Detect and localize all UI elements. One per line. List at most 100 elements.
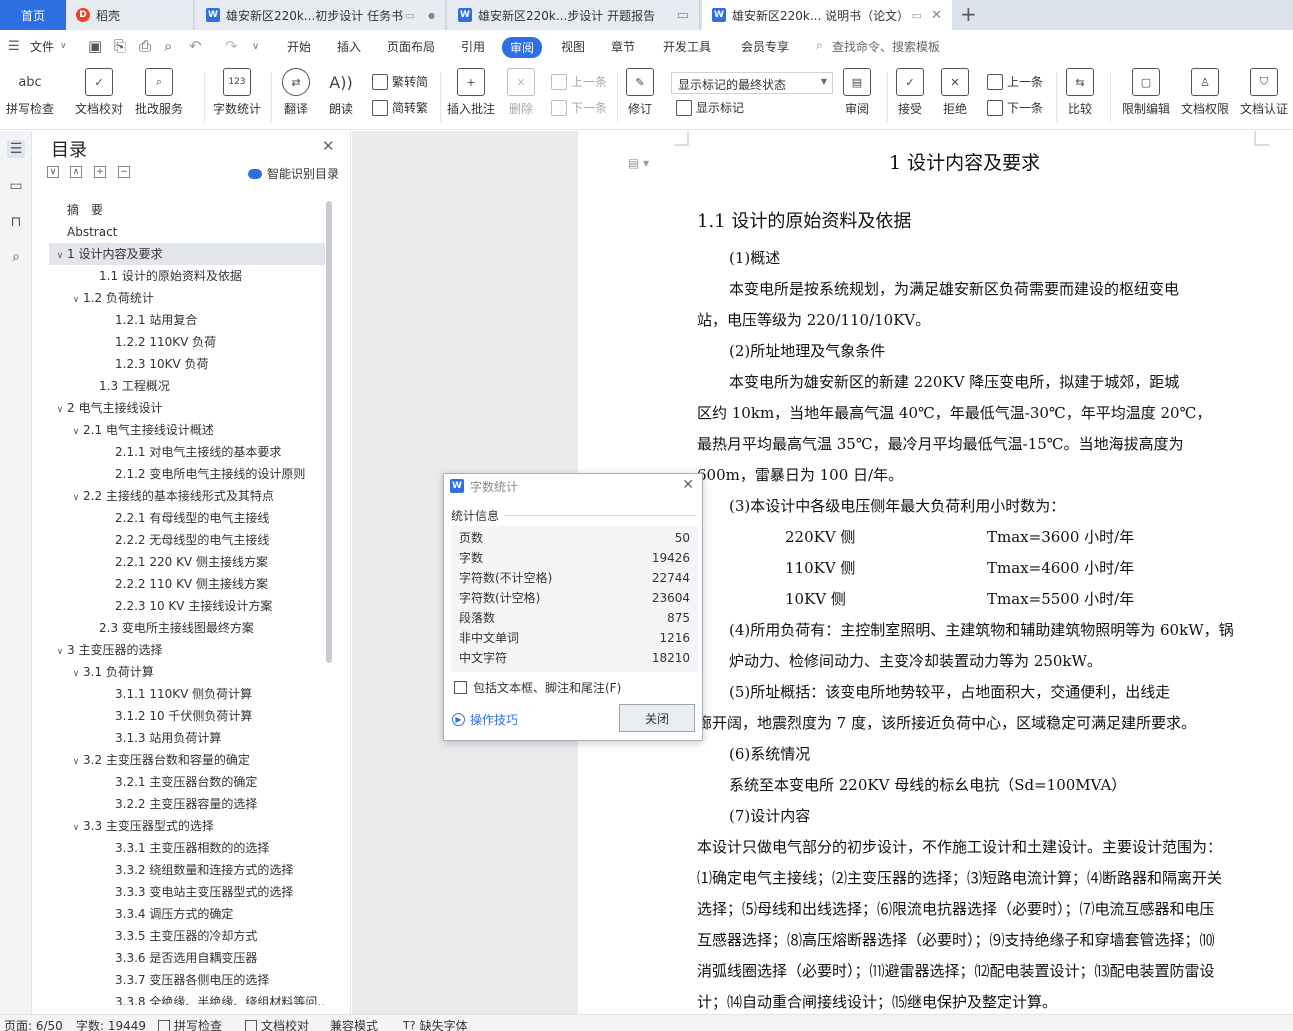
toc-item[interactable]: 3.1.1 110KV 侧负荷计算 (49, 683, 325, 705)
toc-item[interactable]: 摘 要 (49, 199, 325, 221)
toc-item[interactable]: 3.3.7 变压器各侧电压的选择 (49, 969, 325, 991)
expand-up-icon[interactable]: ∧ (70, 166, 82, 178)
menu-reference[interactable]: 引用 (461, 38, 485, 55)
page-marker-icon[interactable]: ▤ ▾ (628, 156, 649, 170)
navigation-icon[interactable]: ▭ (7, 177, 25, 195)
bookmark-icon[interactable]: ⊓ (7, 213, 25, 231)
spellcheck-button[interactable]: abc 拼写检查 (6, 68, 54, 117)
insert-comment-button[interactable]: + 插入批注 (447, 68, 495, 117)
tab-daoke[interactable]: D 稻壳 (66, 0, 194, 30)
toc-item[interactable]: 3.2.2 主变压器容量的选择 (49, 793, 325, 815)
compare-button[interactable]: ⇆ 比较 (1066, 68, 1094, 117)
correction-service-button[interactable]: ⌕ 批改服务 (135, 68, 183, 117)
page-indicator[interactable]: 页面: 6/50 (4, 1017, 63, 1031)
toc-item[interactable]: 2.2.1 220 KV 侧主接线方案 (49, 551, 325, 573)
dialog-titlebar[interactable]: W 字数统计 (444, 474, 702, 498)
chevron-down-icon[interactable]: ∨ (53, 641, 67, 661)
toc-item[interactable]: 3.1.3 站用负荷计算 (49, 727, 325, 749)
restrict-edit-button[interactable]: ▢ 限制编辑 (1122, 68, 1170, 117)
smart-toc-button[interactable]: 智能识别目录 (248, 165, 339, 182)
toc-item[interactable]: ∨ 3.3 主变压器型式的选择 (49, 815, 325, 837)
chevron-down-icon[interactable]: ∨ (60, 41, 67, 51)
chevron-down-icon[interactable]: ∨ (69, 487, 83, 507)
toc-item[interactable]: ∨ 2.1 电气主接线设计概述 (49, 419, 325, 441)
toc-item[interactable]: 2.3 变电所主接线图最终方案 (49, 617, 325, 639)
tab-doc-2[interactable]: W 雄安新区220k...步设计 开题报告 ▭ (448, 0, 700, 30)
command-search[interactable]: 查找命令、搜索模板 (832, 38, 940, 55)
missing-font[interactable]: T? 缺失字体 (403, 1017, 468, 1031)
undo-icon[interactable]: ↶ (189, 37, 202, 55)
tab-home[interactable]: 首页 (0, 0, 66, 30)
toc-item[interactable]: 2.2.2 无母线型的电气主接线 (49, 529, 325, 551)
toc-item[interactable]: ∨ 3 主变压器的选择 (49, 639, 325, 661)
menu-view[interactable]: 视图 (561, 38, 585, 55)
status-spellcheck[interactable]: 拼写检查 (158, 1017, 222, 1031)
collapse-all-icon[interactable]: ∨ (47, 166, 59, 178)
doc-permission-button[interactable]: ♙ 文档权限 (1181, 68, 1229, 117)
toc-item[interactable]: 3.3.8 全绝缘、半绝缘、绕组材料等问… (49, 991, 325, 1005)
reviewer-button[interactable]: ▤ 审阅 (843, 68, 871, 117)
toc-item[interactable]: 3.3.6 是否选用自耦变压器 (49, 947, 325, 969)
menu-devtools[interactable]: 开发工具 (663, 38, 711, 55)
search-icon[interactable]: ⌕ (7, 248, 25, 266)
toc-item[interactable]: 3.2.1 主变压器台数的确定 (49, 771, 325, 793)
toc-item[interactable]: 2.1.1 对电气主接线的基本要求 (49, 441, 325, 463)
toc-item[interactable]: ∨ 3.2 主变压器台数和容量的确定 (49, 749, 325, 771)
menu-start[interactable]: 开始 (287, 38, 311, 55)
remove-heading-icon[interactable]: − (118, 166, 130, 178)
chevron-down-icon[interactable]: ∨ (69, 751, 83, 771)
close-button[interactable]: 关闭 (619, 704, 695, 732)
window-icon[interactable]: ▭ (912, 9, 922, 22)
add-heading-icon[interactable]: + (94, 166, 106, 178)
export-icon[interactable]: ⎘ (114, 37, 126, 55)
checkbox-box[interactable] (454, 681, 467, 694)
toc-item[interactable]: ∨ 2 电气主接线设计 (49, 397, 325, 419)
chevron-down-icon[interactable]: ∨ (69, 289, 83, 309)
toc-item[interactable]: 2.2.3 10 KV 主接线设计方案 (49, 595, 325, 617)
close-icon[interactable]: ✕ (682, 477, 694, 493)
chevron-down-icon[interactable]: ∨ (69, 421, 83, 441)
toc-item[interactable]: 3.3.3 变电站主变压器型式的选择 (49, 881, 325, 903)
print-preview-icon[interactable]: ⌕ (164, 37, 172, 55)
toc-item[interactable]: 2.1.2 变电所电气主接线的设计原则 (49, 463, 325, 485)
save-icon[interactable]: ▣ (88, 37, 102, 55)
more-chevron-icon[interactable]: ∨ (252, 41, 259, 52)
menu-review[interactable]: 审阅 (502, 37, 543, 58)
trad-to-simp-button[interactable]: 繁转简 (372, 73, 428, 90)
toc-item[interactable]: 3.3.2 绕组数量和连接方式的选择 (49, 859, 325, 881)
word-count-indicator[interactable]: 字数: 19449 (76, 1017, 146, 1031)
toc-item[interactable]: ∨ 1 设计内容及要求 (49, 243, 325, 265)
menu-file[interactable]: 文件 (30, 38, 54, 55)
close-icon[interactable]: ✕ (322, 137, 335, 155)
chevron-down-icon[interactable]: ∨ (69, 817, 83, 837)
include-textbox-checkbox[interactable]: 包括文本框、脚注和尾注(F) (454, 679, 621, 696)
doc-certify-button[interactable]: ⛉ 文档认证 (1240, 68, 1288, 117)
menu-insert[interactable]: 插入 (337, 38, 361, 55)
chevron-down-icon[interactable]: ∨ (53, 245, 67, 265)
redo-icon[interactable]: ↷ (225, 37, 238, 55)
toc-scrollbar[interactable] (326, 201, 332, 663)
menu-member[interactable]: 会员专享 (741, 38, 789, 55)
track-changes-button[interactable]: ✎ 修订 (626, 68, 654, 117)
next-change-button[interactable]: 下一条 (987, 99, 1043, 116)
toc-item[interactable]: 1.3 工程概况 (49, 375, 325, 397)
translate-button[interactable]: ⇄ 翻译 (282, 68, 310, 117)
print-icon[interactable]: ⎙ (139, 37, 151, 55)
show-markup-button[interactable]: 显示标记 (676, 99, 744, 116)
toc-item[interactable]: 1.2.3 10KV 负荷 (49, 353, 325, 375)
prev-change-button[interactable]: 上一条 (987, 73, 1043, 90)
hamburger-icon[interactable]: ☰ (8, 39, 20, 54)
toc-item[interactable]: 3.3.1 主变压器相数的的选择 (49, 837, 325, 859)
toc-item[interactable]: 3.3.4 调压方式的确定 (49, 903, 325, 925)
reject-button[interactable]: ✕ 拒绝 (941, 68, 969, 117)
toc-item[interactable]: Abstract (49, 221, 325, 243)
simp-to-trad-button[interactable]: 简转繁 (372, 99, 428, 116)
delete-comment-button[interactable]: ✕ 删除 (507, 68, 535, 117)
toc-icon[interactable]: ☰ (7, 140, 25, 158)
tab-doc-1[interactable]: W 雄安新区220k...初步设计 任务书 ▭ ● (196, 0, 446, 30)
toc-item[interactable]: ∨ 3.1 负荷计算 (49, 661, 325, 683)
prev-comment-button[interactable]: 上一条 (551, 73, 607, 90)
toc-item[interactable]: 3.1.2 10 千伏侧负荷计算 (49, 705, 325, 727)
toc-item[interactable]: 1.2.2 110KV 负荷 (49, 331, 325, 353)
tab-doc-3[interactable]: W 雄安新区220k... 说明书（论文） ▭ ✕ (702, 0, 952, 30)
